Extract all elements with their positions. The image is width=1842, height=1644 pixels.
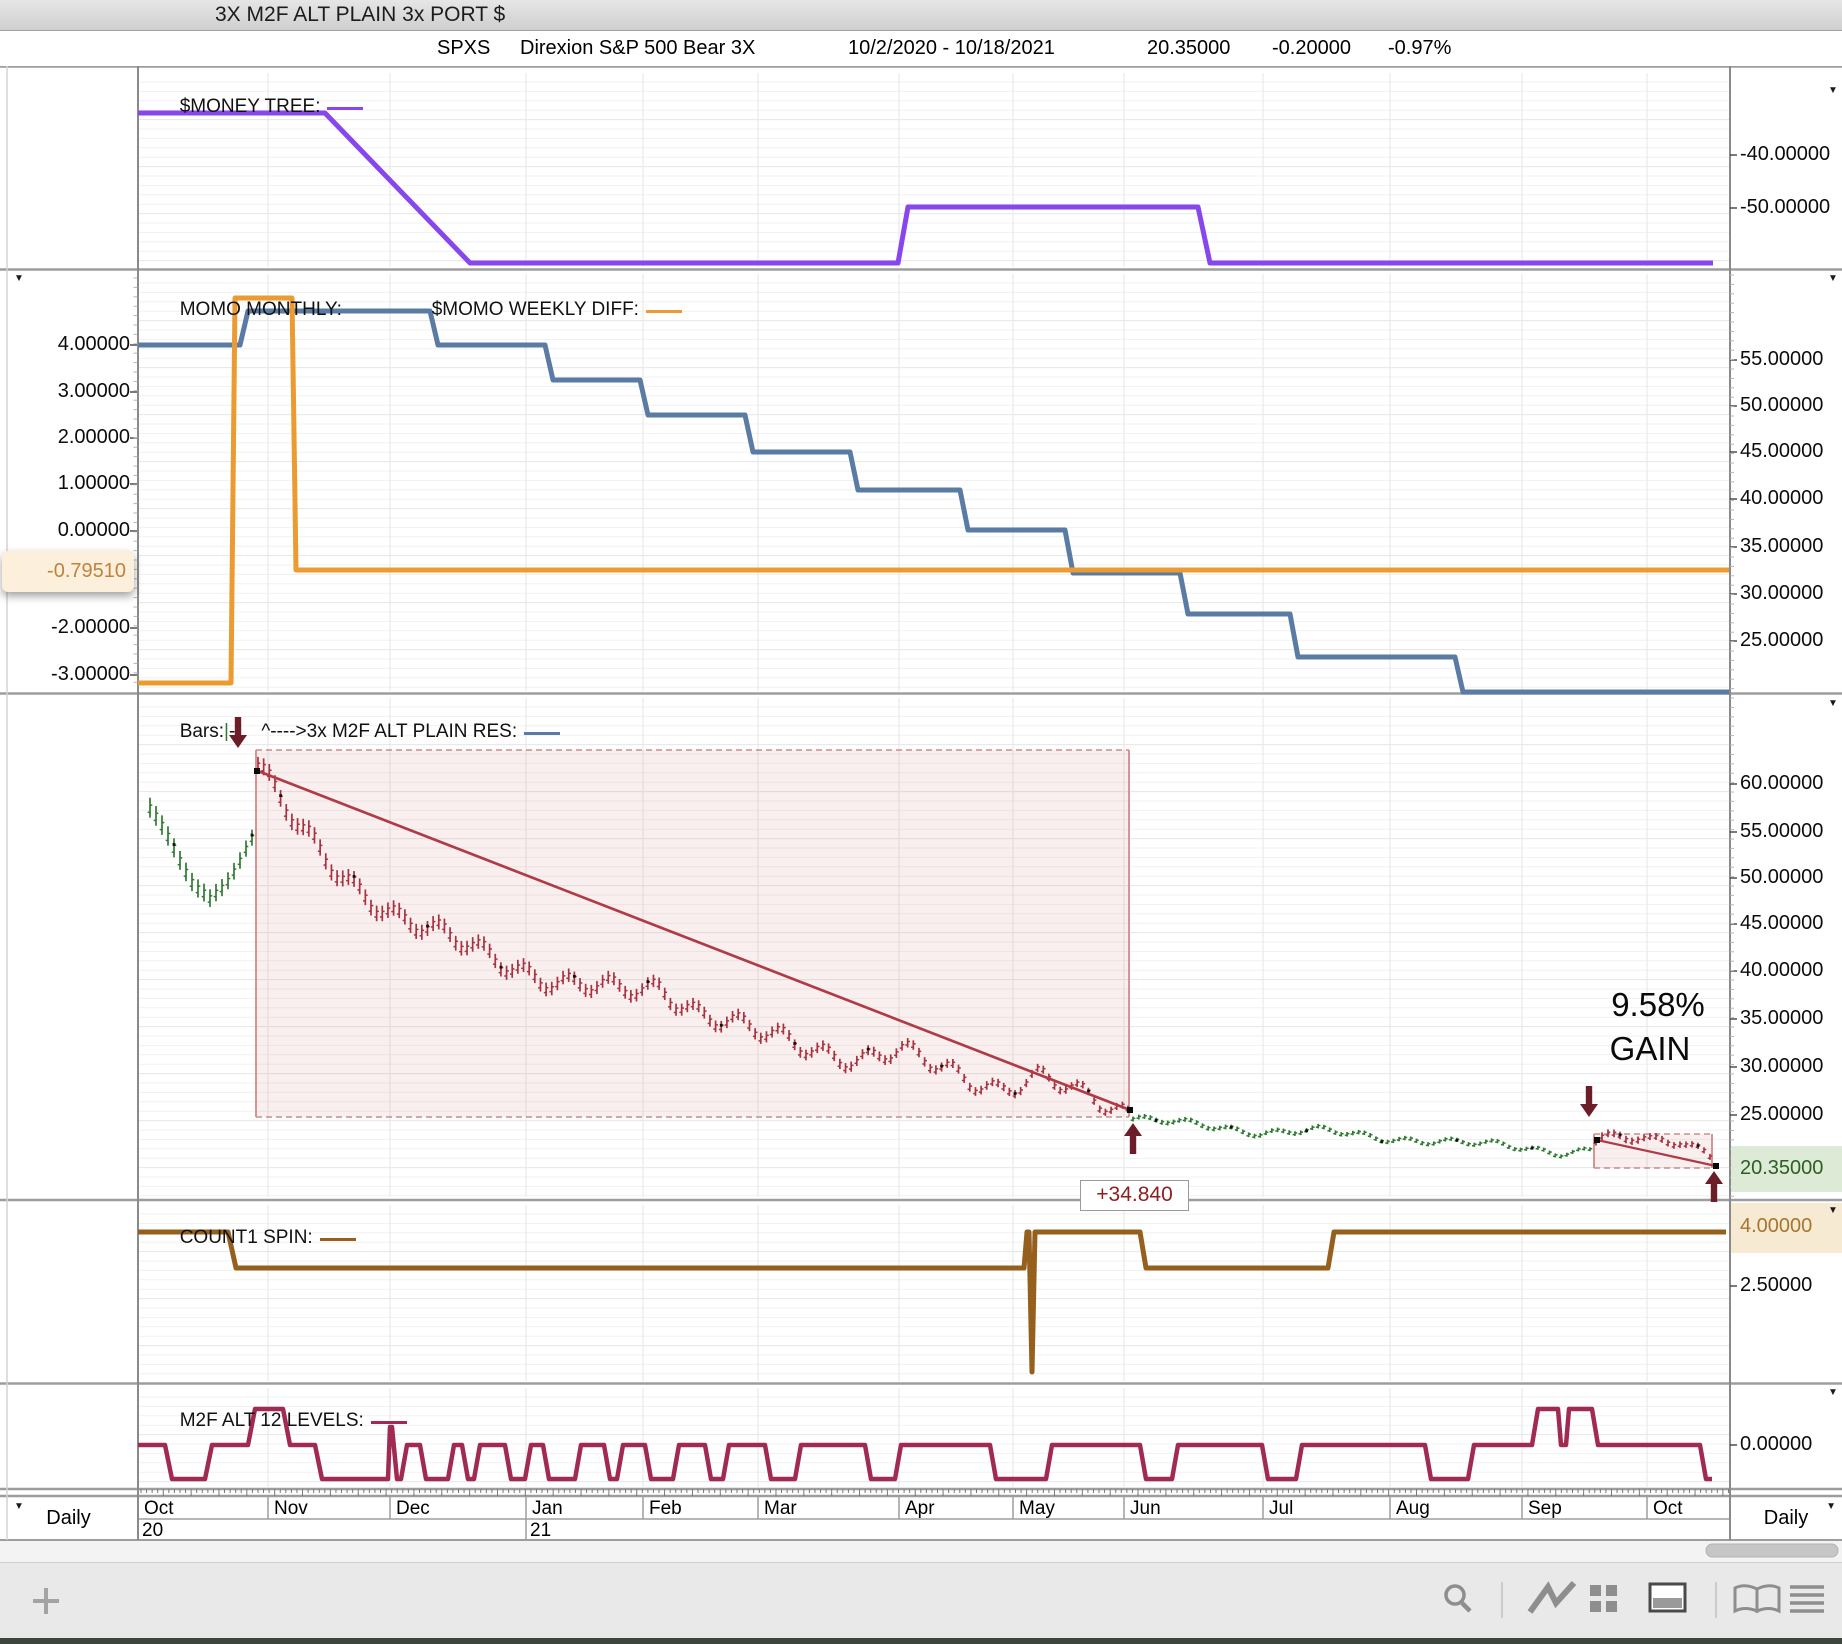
date-range: 10/2/2020 - 10/18/2021 bbox=[848, 37, 1055, 59]
window-title-bar: 3X M2F ALT PLAIN 3x PORT $ bbox=[0, 0, 1842, 31]
last-price: 20.35000 bbox=[1147, 37, 1231, 59]
chart-line-icon[interactable] bbox=[1527, 1580, 1577, 1614]
add-button[interactable] bbox=[33, 1588, 59, 1614]
search-icon[interactable] bbox=[1444, 1584, 1472, 1613]
menu-icon[interactable] bbox=[1790, 1585, 1824, 1613]
trade-up-arrow bbox=[1124, 1123, 1142, 1154]
chart-canvas[interactable] bbox=[0, 0, 1842, 1644]
quote-header: SPXS Direxion S&P 500 Bear 3X 10/2/2020 … bbox=[0, 31, 1842, 66]
price-change-pct: -0.97% bbox=[1388, 37, 1452, 59]
price-change: -0.20000 bbox=[1272, 37, 1351, 59]
grid-view-icon[interactable] bbox=[1590, 1585, 1617, 1612]
symbol-text: SPXS bbox=[437, 37, 491, 59]
charting-app-window: 3X M2F ALT PLAIN 3x PORT $ SPXS Direxion… bbox=[0, 0, 1842, 1644]
page-title: 3X M2F ALT PLAIN 3x PORT $ bbox=[215, 3, 506, 26]
layout-icon[interactable] bbox=[1648, 1582, 1687, 1613]
scrollbar-thumb[interactable] bbox=[1705, 1543, 1839, 1558]
instrument-name: Direxion S&P 500 Bear 3X bbox=[520, 37, 756, 59]
book-icon[interactable] bbox=[1733, 1584, 1781, 1614]
trade-down-arrow bbox=[229, 717, 247, 748]
